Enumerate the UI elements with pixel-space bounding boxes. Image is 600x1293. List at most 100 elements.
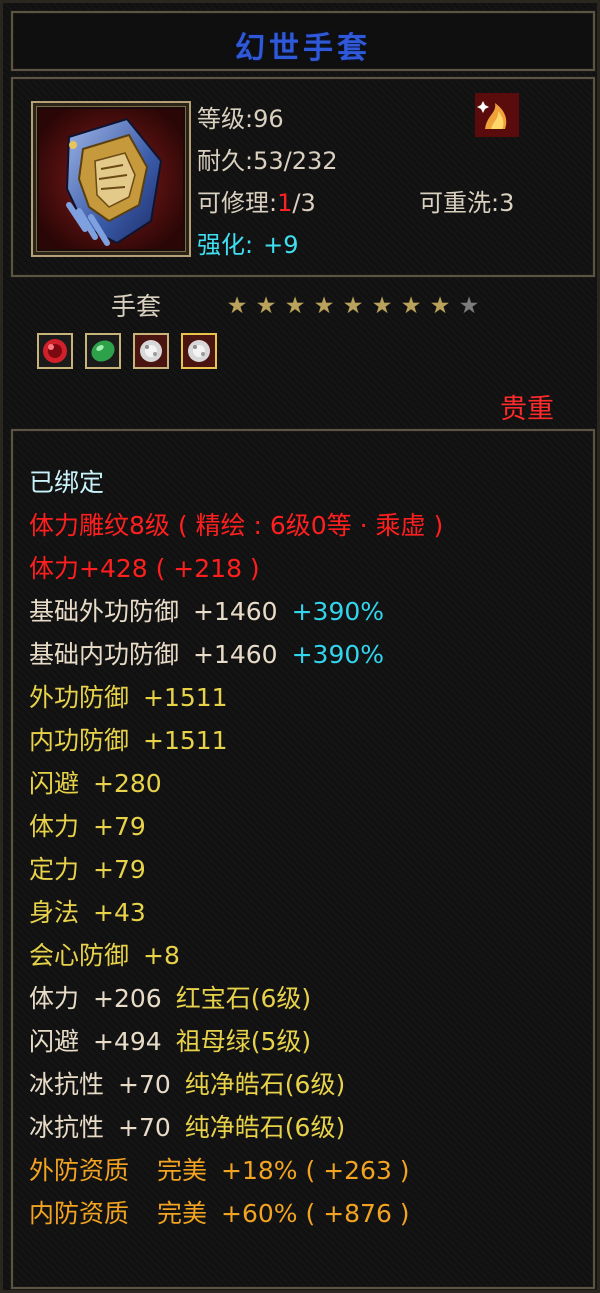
attr-value: +1460 xyxy=(193,597,278,626)
attr-value: +1511 xyxy=(143,726,228,755)
level-stat: 等级:96 xyxy=(197,99,284,134)
attr-text: 闪避 xyxy=(29,769,80,798)
item-tooltip: 幻世手套 等级:96 耐久:53/232 可修理:1/3 可重洗:3 强化: +… xyxy=(0,0,600,1293)
attr-text: 冰抗性 xyxy=(29,1113,105,1142)
star-icon: ★ xyxy=(313,293,336,319)
star-icon: ★ xyxy=(429,293,452,319)
gem-attribute-row: 冰抗性 +70 纯净皓石(6级) xyxy=(29,1106,443,1149)
attr-text: 体力雕纹8级 ( 精绘 : 6级0等 · 乘虚 ) xyxy=(29,511,444,540)
star-icon: ★ xyxy=(371,293,394,319)
durability-stat: 耐久:53/232 xyxy=(197,141,338,176)
attr-text: 体力+428 ( +218 ) xyxy=(29,554,260,583)
attr-extra: +60% ( +876 ) xyxy=(221,1199,410,1228)
item-header: 等级:96 耐久:53/232 可修理:1/3 可重洗:3 强化: +9 xyxy=(11,77,595,277)
attribute-row: 基础内功防御 +1460 +390% xyxy=(29,633,443,676)
emerald-gem-icon[interactable] xyxy=(85,333,121,369)
repairable-label: 可修理: xyxy=(197,189,278,217)
title-bar: 幻世手套 xyxy=(11,11,595,71)
repairable-total: /3 xyxy=(292,189,316,217)
attr-text: 闪避 xyxy=(29,1027,80,1056)
aptitude-row: 外防资质 完美 +18% ( +263 ) xyxy=(29,1149,443,1192)
attr-text: 基础内功防御 xyxy=(29,640,180,669)
repairable-stat: 可修理:1/3 xyxy=(197,183,316,218)
star-icon: ★ xyxy=(255,293,278,319)
attribute-row: 身法 +43 xyxy=(29,891,443,934)
repairable-used: 1 xyxy=(277,189,293,217)
item-type: 手套 xyxy=(111,292,162,321)
star-icon: ★ xyxy=(400,293,423,319)
bound-status: 已绑定 xyxy=(29,461,443,504)
level-label: 等级: xyxy=(197,105,254,133)
attribute-panel: 已绑定 体力雕纹8级 ( 精绘 : 6级0等 · 乘虚 ) 体力+428 ( +… xyxy=(11,429,595,1289)
attribute-row: 会心防御 +8 xyxy=(29,934,443,977)
attr-value: +79 xyxy=(93,855,146,884)
attr-extra: +18% ( +263 ) xyxy=(221,1156,410,1185)
item-name: 幻世手套 xyxy=(235,31,371,66)
attr-value: 完美 xyxy=(157,1199,208,1228)
attr-value: +70 xyxy=(118,1070,171,1099)
diamond-gem-icon[interactable] xyxy=(133,333,169,369)
flame-sparkle-badge-icon xyxy=(475,93,519,137)
ruby-gem-icon[interactable] xyxy=(37,333,73,369)
rewash-value: 3 xyxy=(499,189,515,217)
rewash-label: 可重洗: xyxy=(419,189,500,217)
durability-label: 耐久: xyxy=(197,147,254,175)
attr-text: 冰抗性 xyxy=(29,1070,105,1099)
attr-value: +280 xyxy=(93,769,162,798)
attr-value: +70 xyxy=(118,1113,171,1142)
attr-value: +206 xyxy=(93,984,162,1013)
attr-value: +1511 xyxy=(143,683,228,712)
attr-extra: 祖母绿(5级) xyxy=(175,1027,312,1056)
attr-text: 会心防御 xyxy=(29,941,130,970)
attr-extra: 红宝石(6级) xyxy=(175,984,312,1013)
attr-extra: 纯净皓石(6级) xyxy=(184,1113,346,1142)
attr-extra: +390% xyxy=(291,640,385,669)
attr-text: 已绑定 xyxy=(29,468,105,497)
attr-extra: +390% xyxy=(291,597,385,626)
diamond-gem-icon[interactable] xyxy=(181,333,217,369)
rewash-stat: 可重洗:3 xyxy=(419,183,514,218)
enhance-stat: 强化: +9 xyxy=(197,225,298,260)
attr-value: +79 xyxy=(93,812,146,841)
aptitude-row: 内防资质 完美 +60% ( +876 ) xyxy=(29,1192,443,1235)
attr-text: 定力 xyxy=(29,855,80,884)
star-rating: ★ ★ ★ ★ ★ ★ ★ ★ ★ xyxy=(223,293,484,319)
attr-extra: 纯净皓石(6级) xyxy=(184,1070,346,1099)
attr-value: +8 xyxy=(143,941,180,970)
enhance-label: 强化: xyxy=(197,231,254,259)
attribute-row: 基础外功防御 +1460 +390% xyxy=(29,590,443,633)
attribute-row: 内功防御 +1511 xyxy=(29,719,443,762)
attr-text: 身法 xyxy=(29,898,80,927)
attribute-row: 体力 +79 xyxy=(29,805,443,848)
gem-attribute-row: 闪避 +494 祖母绿(5级) xyxy=(29,1020,443,1063)
gauntlet-icon xyxy=(39,109,183,249)
attribute-row: 闪避 +280 xyxy=(29,762,443,805)
engraving-line: 体力雕纹8级 ( 精绘 : 6级0等 · 乘虚 ) xyxy=(29,504,443,547)
attr-text: 外防资质 xyxy=(29,1156,130,1185)
durability-value: 53/232 xyxy=(253,147,338,175)
star-icon: ★ xyxy=(226,293,249,319)
attr-text: 基础外功防御 xyxy=(29,597,180,626)
attr-text: 内防资质 xyxy=(29,1199,130,1228)
attribute-list: 已绑定 体力雕纹8级 ( 精绘 : 6级0等 · 乘虚 ) 体力+428 ( +… xyxy=(29,461,443,1235)
attr-value: +1460 xyxy=(193,640,278,669)
enhance-value: +9 xyxy=(263,231,299,259)
attr-value: +494 xyxy=(93,1027,162,1056)
attr-text: 体力 xyxy=(29,812,80,841)
gem-attribute-row: 冰抗性 +70 纯净皓石(6级) xyxy=(29,1063,443,1106)
attr-text: 外功防御 xyxy=(29,683,130,712)
attribute-row: 定力 +79 xyxy=(29,848,443,891)
star-icon: ★ xyxy=(342,293,365,319)
rarity-label: 贵重 xyxy=(500,394,554,425)
attribute-row: 外功防御 +1511 xyxy=(29,676,443,719)
item-icon-frame xyxy=(31,101,191,257)
attr-text: 内功防御 xyxy=(29,726,130,755)
level-value: 96 xyxy=(253,105,284,133)
attr-value: +43 xyxy=(93,898,146,927)
gem-attribute-row: 体力 +206 红宝石(6级) xyxy=(29,977,443,1020)
star-empty-icon: ★ xyxy=(458,293,481,319)
attr-text: 体力 xyxy=(29,984,80,1013)
attr-value: 完美 xyxy=(157,1156,208,1185)
star-icon: ★ xyxy=(284,293,307,319)
engraving-bonus: 体力+428 ( +218 ) xyxy=(29,547,443,590)
